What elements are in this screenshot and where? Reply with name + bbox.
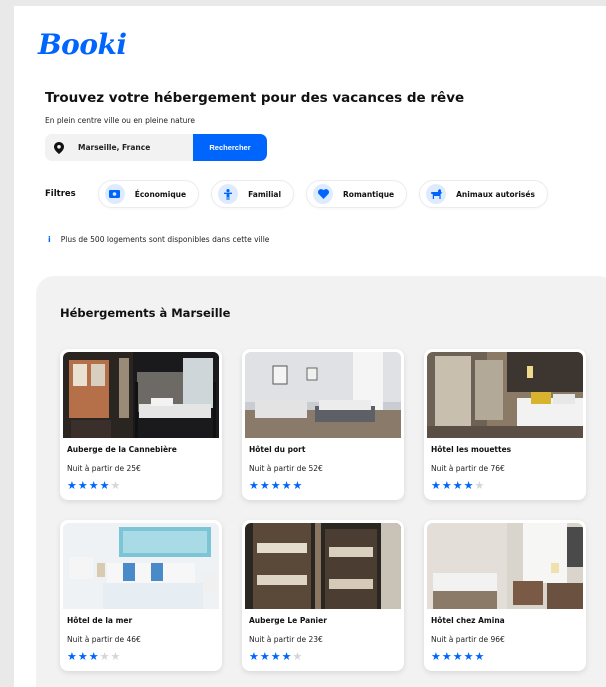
star-filled-icon: ★ <box>431 650 441 663</box>
listing-photo <box>245 352 401 438</box>
heart-icon <box>313 184 334 204</box>
listing-price: Nuit à partir de 46€ <box>67 635 141 644</box>
star-filled-icon: ★ <box>431 479 441 492</box>
filters-label: Filtres <box>45 189 76 199</box>
page-subtitle: En plein centre ville ou en pleine natur… <box>45 116 195 125</box>
star-filled-icon: ★ <box>88 650 99 663</box>
rating-stars: ★ ★ ★ ★ ★ <box>67 480 121 491</box>
listing-photo <box>63 523 219 609</box>
star-filled-icon: ★ <box>441 479 452 492</box>
star-empty-icon: ★ <box>110 479 121 492</box>
listing-card[interactable]: Auberge Le Panier Nuit à partir de 23€ ★… <box>242 520 404 671</box>
star-filled-icon: ★ <box>292 479 303 492</box>
listing-price: Nuit à partir de 25€ <box>67 464 141 473</box>
listing-card[interactable]: Hôtel du port Nuit à partir de 52€ ★ ★ ★ ★ ★ <box>242 349 404 500</box>
rating-stars: ★ ★ ★ ★ ★ <box>431 651 485 662</box>
star-filled-icon: ★ <box>77 650 88 663</box>
listing-price: Nuit à partir de 96€ <box>431 635 505 644</box>
filter-romantique[interactable]: Romantique <box>306 180 408 208</box>
listing-price: Nuit à partir de 52€ <box>249 464 323 473</box>
listing-price: Nuit à partir de 23€ <box>249 635 323 644</box>
star-filled-icon: ★ <box>67 650 77 663</box>
filters-bar: Filtres Économique Familial Romantique A… <box>45 180 560 208</box>
listings-title: Hébergements à Marseille <box>60 306 231 320</box>
filter-label: Animaux autorisés <box>456 189 535 199</box>
star-filled-icon: ★ <box>281 479 292 492</box>
star-filled-icon: ★ <box>88 479 99 492</box>
listing-photo <box>427 352 583 438</box>
star-filled-icon: ★ <box>463 479 474 492</box>
star-empty-icon: ★ <box>292 650 303 663</box>
listing-card[interactable]: Hôtel chez Amina Nuit à partir de 96€ ★ ★… <box>424 520 586 671</box>
star-filled-icon: ★ <box>77 479 88 492</box>
listing-photo <box>245 523 401 609</box>
filter-label: Économique <box>134 189 187 199</box>
star-filled-icon: ★ <box>99 479 110 492</box>
star-empty-icon: ★ <box>99 650 110 663</box>
info-notice: i Plus de 500 logements sont disponibles… <box>48 235 269 244</box>
search-button[interactable]: Rechercher <box>193 134 267 161</box>
star-empty-icon: ★ <box>474 479 485 492</box>
listing-card[interactable]: Hôtel les mouettes Nuit à partir de 76€ … <box>424 349 586 500</box>
info-icon: i <box>48 235 51 244</box>
filter-label: Familial <box>248 189 282 199</box>
filter-animaux-autorises[interactable]: Animaux autorisés <box>419 180 548 208</box>
listing-name: Auberge Le Panier <box>249 616 327 625</box>
star-filled-icon: ★ <box>259 650 270 663</box>
listing-photo <box>427 523 583 609</box>
star-filled-icon: ★ <box>259 479 270 492</box>
rating-stars: ★ ★ ★ ★ ★ <box>249 651 303 662</box>
filter-economique[interactable]: Économique <box>97 180 200 208</box>
listing-photo <box>63 352 219 438</box>
listing-name: Hôtel les mouettes <box>431 445 512 454</box>
location-pin-icon <box>45 134 72 161</box>
search-input[interactable] <box>72 134 193 161</box>
listing-card[interactable]: Hôtel de la mer Nuit à partir de 46€ ★ ★ ★… <box>60 520 222 671</box>
child-icon <box>218 184 239 204</box>
listing-name: Auberge de la Cannebière <box>67 445 177 454</box>
star-filled-icon: ★ <box>452 479 463 492</box>
star-filled-icon: ★ <box>452 650 463 663</box>
rating-stars: ★ ★ ★ ★ ★ <box>431 480 485 491</box>
listing-name: Hôtel du port <box>249 445 306 454</box>
filter-familial[interactable]: Familial <box>211 180 295 208</box>
page: Booki Trouvez votre hébergement pour des… <box>14 6 606 687</box>
star-filled-icon: ★ <box>67 479 77 492</box>
listing-name: Hôtel chez Amina <box>431 616 505 625</box>
star-empty-icon: ★ <box>110 650 121 663</box>
star-filled-icon: ★ <box>249 479 259 492</box>
search-bar: Rechercher <box>45 134 267 161</box>
filter-label: Romantique <box>343 189 395 199</box>
star-filled-icon: ★ <box>249 650 259 663</box>
star-filled-icon: ★ <box>281 650 292 663</box>
page-title: Trouvez votre hébergement pour des vacan… <box>45 90 465 106</box>
info-text: Plus de 500 logements sont disponibles d… <box>60 235 270 244</box>
dog-icon <box>426 184 447 204</box>
star-filled-icon: ★ <box>463 650 474 663</box>
listing-name: Hôtel de la mer <box>67 616 133 625</box>
money-icon <box>104 184 125 204</box>
rating-stars: ★ ★ ★ ★ ★ <box>249 480 303 491</box>
listing-price: Nuit à partir de 76€ <box>431 464 505 473</box>
star-filled-icon: ★ <box>270 479 281 492</box>
rating-stars: ★ ★ ★ ★ ★ <box>67 651 121 662</box>
star-filled-icon: ★ <box>270 650 281 663</box>
listings-section: Hébergements à Marseille Auberge de la C… <box>36 276 606 687</box>
star-filled-icon: ★ <box>441 650 452 663</box>
star-filled-icon: ★ <box>474 650 485 663</box>
listing-card[interactable]: Auberge de la Cannebière Nuit à partir d… <box>60 349 222 500</box>
booki-logo[interactable]: Booki <box>38 28 127 61</box>
